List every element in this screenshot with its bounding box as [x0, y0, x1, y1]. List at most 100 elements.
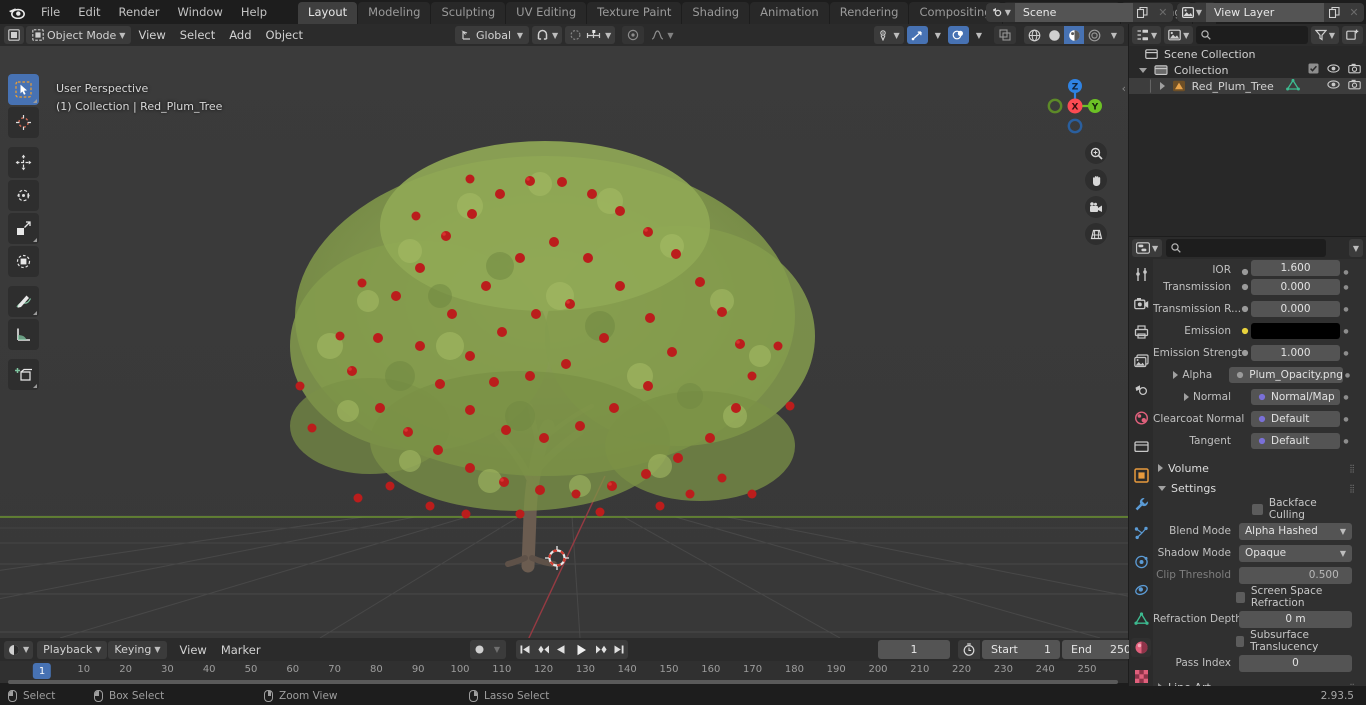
viewport-menu-view[interactable]: View — [131, 28, 172, 42]
menu-render[interactable]: Render — [110, 2, 169, 22]
tab-sculpting[interactable]: Sculpting — [431, 2, 506, 24]
outliner-row-red-plum-tree[interactable]: │ Red_Plum_Tree — [1129, 78, 1366, 94]
mesh-data-icon[interactable] — [1285, 78, 1300, 94]
gizmo-toggle[interactable] — [906, 26, 928, 44]
next-keyframe-icon[interactable] — [592, 640, 610, 659]
property-value-field[interactable]: 1.000 — [1251, 345, 1340, 361]
annotate-tool[interactable] — [8, 286, 39, 317]
timeline-scrollbar[interactable] — [0, 679, 1128, 685]
rotate-tool[interactable] — [8, 180, 39, 211]
output-tab[interactable] — [1131, 322, 1151, 342]
socket-dot-icon[interactable] — [1239, 305, 1251, 313]
snap-dropdown[interactable]: ▼ — [532, 26, 563, 44]
section-line-art[interactable]: Line Art ⣿ — [1153, 677, 1366, 686]
viewport-menu-select[interactable]: Select — [173, 28, 222, 42]
blender-logo-icon[interactable] — [0, 0, 32, 24]
move-tool[interactable] — [8, 147, 39, 178]
refraction-depth-field[interactable]: 0 m — [1239, 610, 1352, 628]
current-frame-field[interactable]: 1 — [878, 640, 950, 659]
stopwatch-icon[interactable] — [958, 640, 980, 659]
auto-keying-dropdown[interactable]: ▼ — [488, 640, 506, 659]
physics-tab[interactable] — [1131, 552, 1151, 572]
tab-layout[interactable]: Layout — [298, 2, 358, 24]
jump-end-icon[interactable] — [610, 640, 628, 659]
property-value-field[interactable]: 0.000 — [1251, 279, 1340, 295]
section-volume[interactable]: Volume ⣿ — [1153, 458, 1366, 478]
scene-name[interactable]: Scene — [1014, 2, 1133, 22]
pass-index-field[interactable]: 0 — [1239, 654, 1352, 672]
shading-rendered[interactable] — [1084, 26, 1104, 44]
animate-property-icon[interactable]: ● — [1340, 306, 1352, 313]
view-layer-tab[interactable] — [1131, 351, 1151, 371]
view-layer-icon[interactable]: ▼ — [1176, 2, 1206, 22]
expander-right-icon[interactable] — [1158, 464, 1163, 472]
scene-icon[interactable]: ▼ — [985, 2, 1015, 22]
object-visibility-dropdown[interactable]: ▼ — [873, 26, 904, 44]
expander-down-icon[interactable] — [1139, 67, 1147, 73]
add-cube-tool[interactable] — [8, 359, 39, 390]
socket-dot-icon[interactable] — [1239, 349, 1251, 357]
timeline-scrollbar-handle[interactable] — [8, 680, 1118, 684]
drag-dots-icon[interactable]: ⣿ — [1349, 484, 1356, 492]
navigation-gizmo[interactable]: Z Y X — [1040, 70, 1110, 140]
viewport-menu-add[interactable]: Add — [222, 28, 258, 42]
socket-dot-icon[interactable] — [1239, 283, 1251, 291]
scale-tool[interactable] — [8, 213, 39, 244]
expander-right-icon[interactable] — [1173, 371, 1179, 379]
properties-search-input[interactable] — [1166, 239, 1327, 257]
section-settings[interactable]: Settings ⣿ — [1153, 478, 1366, 498]
outliner-new-collection-button[interactable] — [1342, 26, 1363, 44]
properties-options-dropdown[interactable]: ▼ — [1348, 239, 1363, 257]
clip-threshold-slider[interactable]: 0.500 — [1239, 566, 1352, 584]
modifier-tab[interactable] — [1131, 494, 1151, 514]
data-tab[interactable] — [1131, 609, 1151, 629]
playback-dropdown[interactable]: Playback ▼ — [37, 640, 108, 659]
drag-dots-icon[interactable]: ⣿ — [1349, 464, 1356, 472]
tweak-select-tool[interactable] — [8, 74, 39, 105]
shading-material-preview[interactable] — [1064, 26, 1084, 44]
shading-solid[interactable] — [1044, 26, 1064, 44]
animate-property-icon[interactable]: ● — [1340, 438, 1352, 445]
xray-toggle[interactable] — [994, 26, 1016, 44]
transform-orientation-dropdown[interactable]: Global ▼ — [455, 26, 529, 44]
prev-keyframe-icon[interactable] — [534, 640, 552, 659]
viewport-menu-object[interactable]: Object — [259, 28, 310, 42]
pan-hand-icon[interactable] — [1085, 169, 1107, 191]
overlays-dropdown[interactable]: ▼ — [972, 26, 986, 44]
screen-space-refraction-checkbox[interactable] — [1236, 591, 1245, 603]
proportional-falloff-button[interactable] — [622, 26, 645, 44]
menu-help[interactable]: Help — [232, 2, 276, 22]
constraints-tab[interactable] — [1131, 580, 1151, 600]
scene-unlink-icon[interactable]: ✕ — [1152, 2, 1173, 22]
tab-modeling[interactable]: Modeling — [358, 2, 431, 24]
texture-tab[interactable] — [1131, 666, 1151, 686]
frame-start-field[interactable]: Start 1 — [982, 640, 1060, 659]
property-value-field[interactable]: 0.000 — [1251, 301, 1340, 317]
tab-rendering[interactable]: Rendering — [829, 2, 909, 24]
overlays-toggle[interactable] — [947, 26, 969, 44]
collection-camera-icon[interactable] — [1348, 63, 1361, 77]
outliner-display-mode-dropdown[interactable]: ▼ — [1132, 26, 1162, 44]
tool-tab[interactable] — [1131, 265, 1151, 285]
proportional-editing-dropdown[interactable]: ▼ — [565, 26, 616, 44]
gizmo-dropdown[interactable]: ▼ — [931, 26, 945, 44]
animate-property-icon[interactable]: ● — [1340, 269, 1352, 276]
animate-property-icon[interactable]: ● — [1340, 350, 1352, 357]
measure-tool[interactable] — [8, 319, 39, 350]
scene-duplicate-icon[interactable] — [1132, 2, 1153, 22]
play-reverse-icon[interactable] — [552, 640, 570, 659]
cursor-tool[interactable] — [8, 107, 39, 138]
zoom-icon[interactable] — [1085, 142, 1107, 164]
tab-animation[interactable]: Animation — [750, 2, 829, 24]
tab-uv-editing[interactable]: UV Editing — [506, 2, 587, 24]
object-camera-icon[interactable] — [1348, 79, 1361, 93]
shadow-mode-dropdown[interactable]: Opaque ▼ — [1239, 544, 1352, 562]
blend-mode-dropdown[interactable]: Alpha Hashed ▼ — [1239, 522, 1352, 540]
view-layer-unlink-icon[interactable]: ✕ — [1344, 2, 1364, 22]
material-tab[interactable] — [1131, 637, 1151, 658]
scene-selector[interactable]: ▼ Scene ✕ — [985, 2, 1173, 22]
property-link-field[interactable]: Normal/Map — [1251, 389, 1340, 405]
collection-eye-icon[interactable] — [1327, 63, 1340, 77]
outliner-filter-dropdown[interactable]: ▼ — [1310, 26, 1339, 44]
transform-tool[interactable] — [8, 246, 39, 277]
